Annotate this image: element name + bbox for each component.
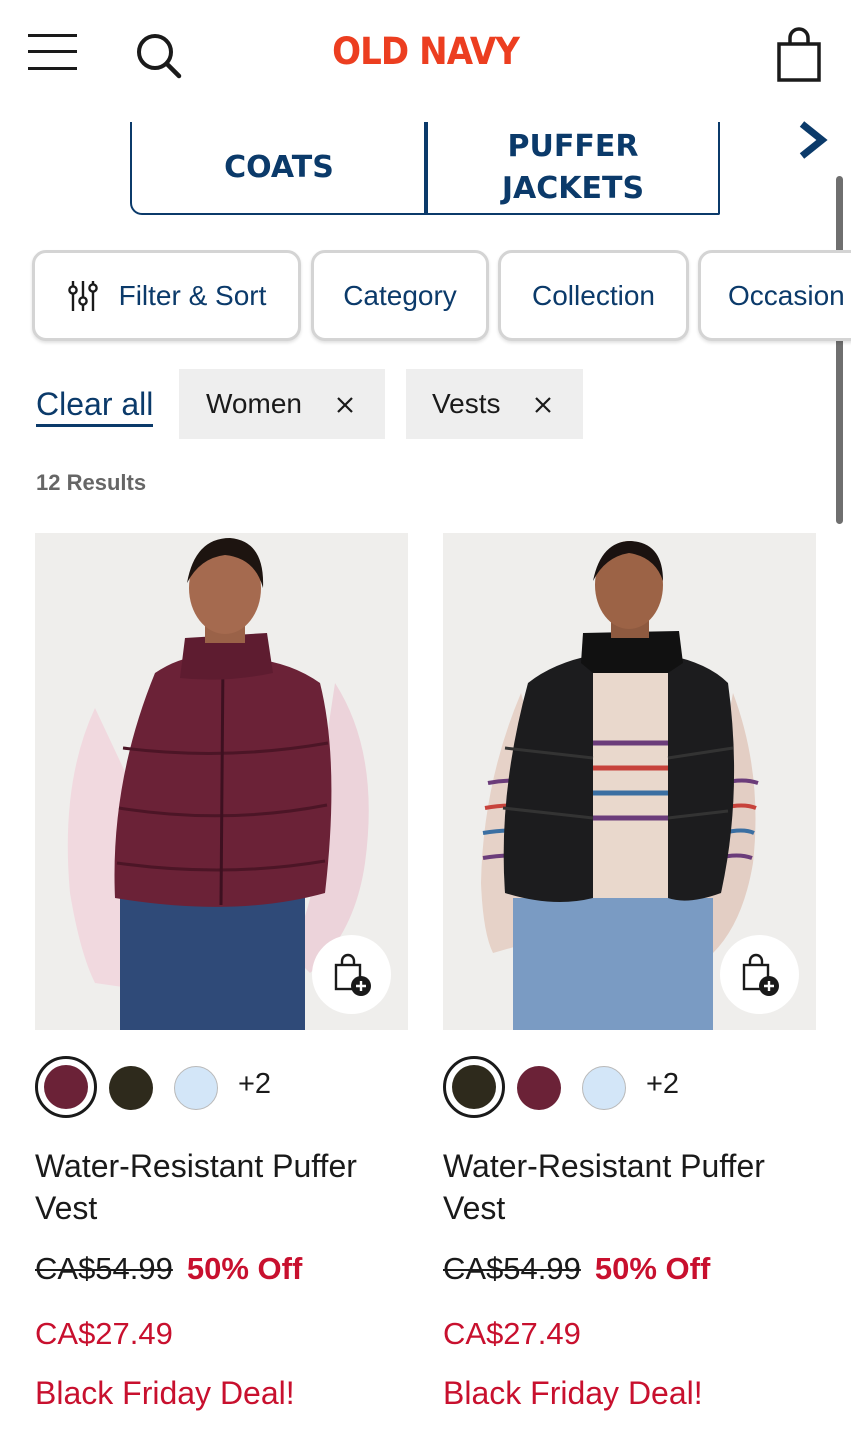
close-icon[interactable] bbox=[336, 396, 354, 414]
more-colors[interactable]: +2 bbox=[238, 1068, 271, 1101]
applied-filter-women[interactable]: Women bbox=[179, 369, 385, 439]
product-card: +2 Water-Resistant Puffer Vest CA$54.99 5… bbox=[35, 533, 408, 1411]
applied-filter-vests[interactable]: Vests bbox=[406, 369, 583, 439]
product-title[interactable]: Water-Resistant Puffer Vest bbox=[443, 1145, 816, 1229]
sliders-icon bbox=[67, 280, 98, 311]
chevron-right-icon[interactable] bbox=[792, 118, 832, 164]
swatch[interactable] bbox=[174, 1066, 218, 1110]
promo-label: Black Friday Deal! bbox=[443, 1375, 703, 1411]
quick-add-button[interactable] bbox=[720, 935, 799, 1014]
filter-sort-label: Filter & Sort bbox=[118, 279, 267, 311]
swatch[interactable] bbox=[517, 1066, 561, 1110]
old-navy-logo[interactable]: OLD NAVY bbox=[0, 30, 851, 73]
more-colors[interactable]: +2 bbox=[646, 1068, 679, 1101]
scrollbar[interactable] bbox=[836, 176, 843, 524]
product-card: +2 Water-Resistant Puffer Vest CA$54.99 5… bbox=[443, 533, 816, 1411]
color-swatches: +2 bbox=[35, 1056, 408, 1118]
category-filter-chip[interactable]: Category bbox=[311, 250, 489, 341]
original-price: CA$54.99 bbox=[35, 1251, 173, 1286]
color-swatches: +2 bbox=[443, 1056, 816, 1118]
sale-price: CA$27.49 bbox=[443, 1316, 581, 1351]
results-count: 12 Results bbox=[36, 470, 147, 495]
swatch-selected[interactable] bbox=[35, 1056, 97, 1118]
filter-sort-button[interactable]: Filter & Sort bbox=[32, 250, 301, 341]
product-image[interactable] bbox=[35, 533, 408, 1030]
tab-puffer-jackets[interactable]: PUFFER JACKETS bbox=[424, 122, 720, 215]
discount-label: 50% Off bbox=[186, 1251, 303, 1286]
discount-label: 50% Off bbox=[594, 1251, 711, 1286]
bag-add-icon bbox=[742, 953, 779, 996]
original-price: CA$54.99 bbox=[443, 1251, 581, 1286]
quick-add-button[interactable] bbox=[312, 935, 391, 1014]
clear-all-link[interactable]: Clear all bbox=[36, 386, 154, 427]
close-icon[interactable] bbox=[534, 396, 552, 414]
price-row: CA$54.99 50% Off bbox=[35, 1251, 302, 1287]
promo-label: Black Friday Deal! bbox=[35, 1375, 295, 1411]
swatch-selected[interactable] bbox=[443, 1056, 505, 1118]
occasion-filter-chip[interactable]: Occasion bbox=[698, 250, 851, 341]
top-header: OLD NAVY bbox=[0, 0, 851, 108]
product-title[interactable]: Water-Resistant Puffer Vest bbox=[35, 1145, 408, 1229]
swatch[interactable] bbox=[582, 1066, 626, 1110]
shopping-bag-icon[interactable] bbox=[776, 26, 822, 82]
collection-filter-chip[interactable]: Collection bbox=[498, 250, 689, 341]
swatch[interactable] bbox=[109, 1066, 153, 1110]
product-image[interactable] bbox=[443, 533, 816, 1030]
tab-coats[interactable]: COATS bbox=[130, 122, 428, 215]
sale-price: CA$27.49 bbox=[35, 1316, 173, 1351]
bag-add-icon bbox=[334, 953, 371, 996]
price-row: CA$54.99 50% Off bbox=[443, 1251, 710, 1287]
